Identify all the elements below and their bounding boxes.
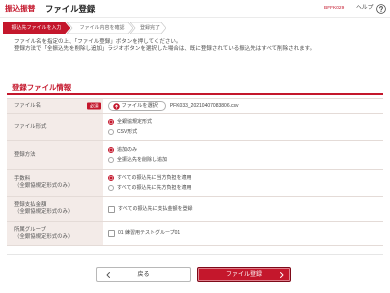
choose-file-button[interactable]: ファイルを選択 <box>108 101 166 111</box>
footer-divider <box>7 254 383 255</box>
register-file-button-label: ファイル登録 <box>225 271 262 278</box>
back-button-label: 戻る <box>137 271 150 278</box>
instruction-line: 登録方法で「全振込先を削除し追加」ラジオボタンを選択した場合は、既に登録されてい… <box>14 46 316 52</box>
file-info-form: ファイル名 必須 ファイルを選択 PFK033_20210407083806.c… <box>7 98 383 246</box>
field-value-cell: すべての振込先に支払金額を登録 <box>103 197 383 221</box>
upload-icon <box>112 102 120 110</box>
option-label: CSV形式 <box>117 128 138 135</box>
choose-file-label: ファイルを選択 <box>121 102 158 109</box>
instruction-line: ファイル名を指定の上、「ファイル登録」ボタンを押してください。 <box>14 39 182 45</box>
option-register-amount[interactable]: すべての振込先に支払金額を登録 <box>108 204 383 214</box>
help-link[interactable]: ヘルプ <box>356 3 386 14</box>
checkbox-group[interactable] <box>108 230 115 237</box>
option-label: すべての振込先に先方負担を適用 <box>117 184 192 191</box>
option-label: すべての振込先に支払金額を登録 <box>118 205 193 212</box>
instructions: ファイル名を指定の上、「ファイル登録」ボタンを押してください。 登録方法で「全振… <box>14 39 315 53</box>
option-csv-format[interactable]: CSV形式 <box>108 127 383 137</box>
step-complete: 登録完了 <box>130 22 166 34</box>
option-zengin-format[interactable]: 全銀協規定形式 <box>108 117 383 127</box>
field-label: ファイル形式 <box>14 123 47 130</box>
question-circle-icon <box>376 3 386 14</box>
field-value-cell: 01 練習用テストグループ01 <box>103 222 383 245</box>
field-label: 所属グループ <box>14 226 47 233</box>
option-add-only[interactable]: 追加のみ <box>108 145 383 155</box>
field-label: 登録支払金額 <box>14 202 47 208</box>
option-fee-payer-recipient[interactable]: すべての振込先に先方負担を適用 <box>108 183 383 193</box>
step-label: 登録完了 <box>139 25 160 31</box>
checkbox-register-amount[interactable] <box>108 205 115 213</box>
section-divider <box>7 93 383 95</box>
field-label: 手数料 <box>14 176 31 182</box>
option-label: 追加のみ <box>117 146 138 153</box>
form-row-fee: 手数料 （全銀協規定形式のみ） すべての振込先に当方負担を適用 すべての振込先に… <box>7 170 383 197</box>
page: 振込振替 ファイル登録 BFFK029 ヘルプ 振込先ファイルを入力 ファイル内… <box>0 0 390 293</box>
form-row-file-name: ファイル名 必須 ファイルを選択 PFK033_20210407083806.c… <box>7 98 383 114</box>
section-title: 登録ファイル情報 <box>12 83 72 92</box>
field-label-cell: ファイル形式 <box>7 114 103 140</box>
chevron-left-icon <box>106 271 111 278</box>
option-label: すべての振込先に当方負担を適用 <box>117 174 192 181</box>
field-value-cell: 全銀協規定形式 CSV形式 <box>103 114 383 140</box>
field-value-cell: 追加のみ 全振込先を削除し追加 <box>103 141 383 169</box>
radio-csv-format[interactable] <box>108 129 114 135</box>
field-note: （全銀協規定形式のみ） <box>14 233 74 240</box>
form-row-payment-amount: 登録支払金額 （全銀協規定形式のみ） すべての振込先に支払金額を登録 <box>7 197 383 222</box>
back-button[interactable]: 戻る <box>96 267 191 282</box>
form-row-group: 所属グループ （全銀協規定形式のみ） 01 練習用テストグループ01 <box>7 222 383 246</box>
field-label-cell: 登録支払金額 （全銀協規定形式のみ） <box>7 197 103 221</box>
page-title: ファイル登録 <box>45 3 96 14</box>
radio-replace-all[interactable] <box>108 157 114 163</box>
radio-fee-payer-self[interactable] <box>108 175 114 181</box>
field-label-cell: ファイル名 必須 <box>7 99 103 113</box>
option-fee-payer-self[interactable]: すべての振込先に当方負担を適用 <box>108 173 383 183</box>
option-group[interactable]: 01 練習用テストグループ01 <box>108 229 383 239</box>
step-confirm-content: ファイル内容を確認 <box>67 22 133 34</box>
register-file-button[interactable]: ファイル登録 <box>197 267 291 282</box>
form-row-registration-method: 登録方法 追加のみ 全振込先を削除し追加 <box>7 141 383 170</box>
step-input-file: 振込先ファイルを入力 <box>3 22 70 34</box>
required-badge: 必須 <box>87 102 101 110</box>
help-label: ヘルプ <box>356 5 374 11</box>
progress-steps: 振込先ファイルを入力 ファイル内容を確認 登録完了 <box>3 22 166 34</box>
field-label-cell: 所属グループ （全銀協規定形式のみ） <box>7 222 103 245</box>
page-header: 振込振替 ファイル登録 BFFK029 ヘルプ <box>0 0 390 18</box>
option-label: 全振込先を削除し追加 <box>117 156 168 163</box>
field-value-cell: ファイルを選択 PFK033_20210407083806.csv <box>103 99 383 113</box>
radio-fee-payer-recipient[interactable] <box>108 185 114 191</box>
option-replace-all[interactable]: 全振込先を削除し追加 <box>108 155 383 165</box>
selected-file-name: PFK033_20210407083806.csv <box>169 102 239 109</box>
field-note: （全銀協規定形式のみ） <box>14 183 74 189</box>
option-label: 全銀協規定形式 <box>117 118 153 125</box>
field-label-cell: 手数料 （全銀協規定形式のみ） <box>7 170 103 196</box>
field-label: 登録方法 <box>14 151 36 158</box>
screen-id: BFFK029 <box>324 6 345 11</box>
form-row-file-format: ファイル形式 全銀協規定形式 CSV形式 <box>7 114 383 141</box>
radio-zengin-format[interactable] <box>108 119 114 125</box>
radio-add-only[interactable] <box>108 147 114 153</box>
step-label: 振込先ファイルを入力 <box>11 25 62 31</box>
field-note: （全銀協規定形式のみ） <box>14 209 74 215</box>
step-label: ファイル内容を確認 <box>79 25 125 31</box>
category-title: 振込振替 <box>5 4 36 13</box>
chevron-right-icon <box>279 271 284 278</box>
option-label: 01 練習用テストグループ01 <box>118 230 181 236</box>
field-label-cell: 登録方法 <box>7 141 103 169</box>
field-value-cell: すべての振込先に当方負担を適用 すべての振込先に先方負担を適用 <box>103 170 383 196</box>
